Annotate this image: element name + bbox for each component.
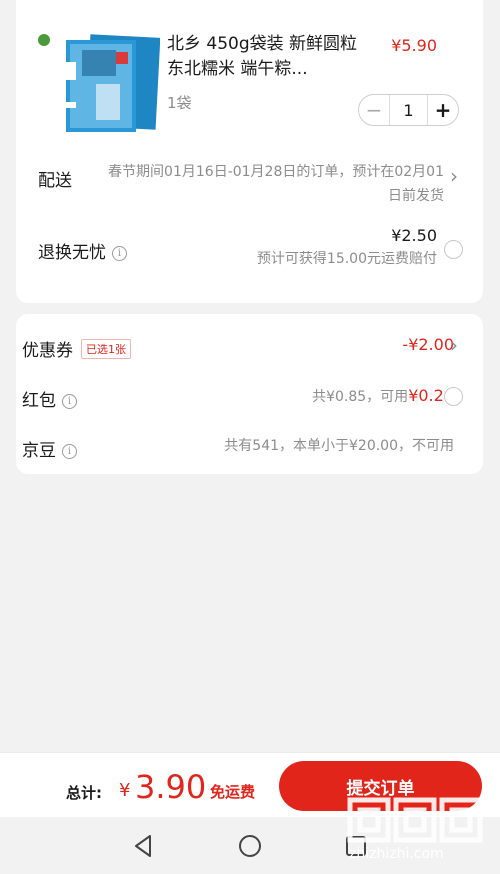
watermark-text: zhizhizhi.com [349, 846, 444, 862]
decrease-button[interactable]: − [359, 95, 390, 125]
info-icon[interactable]: i [62, 394, 77, 409]
product-thumbnail[interactable] [36, 34, 161, 132]
jd-beans-label: 京豆 [22, 441, 56, 461]
red-packet-radio[interactable] [444, 387, 463, 406]
total-label: 总计: [66, 784, 102, 802]
product-card: 北乡 450g袋装 新鲜圆粒 东北糯米 端午粽... ¥5.90 1袋 − 1 … [16, 0, 483, 303]
home-circle-icon[interactable] [237, 833, 263, 859]
coupon-value: -¥2.00 [402, 335, 454, 354]
returns-label: 退换无忧 [38, 243, 106, 263]
total-amount: 3.90 [135, 768, 207, 806]
quantity-stepper: − 1 + [358, 94, 459, 126]
total-currency: ¥ [119, 780, 131, 801]
increase-button[interactable]: + [427, 95, 458, 125]
chevron-right-icon[interactable]: › [450, 164, 458, 188]
red-packet-note: 共¥0.85，可用¥0.24 [312, 386, 454, 406]
red-packet-row: 红包 i [22, 386, 77, 411]
red-packet-total: 共¥0.85，可用 [312, 389, 409, 405]
coupon-badge: 已选1张 [81, 339, 131, 359]
coupon-label: 优惠券 [22, 341, 73, 361]
quantity-value[interactable]: 1 [390, 101, 427, 120]
jd-beans-row: 京豆 i [22, 436, 77, 461]
red-packet-label: 红包 [22, 391, 56, 411]
returns-note: 预计可获得15.00元运费赔付 [256, 251, 437, 267]
back-triangle-icon[interactable] [131, 833, 157, 859]
chevron-right-icon[interactable]: › [450, 333, 458, 357]
product-title[interactable]: 北乡 450g袋装 新鲜圆粒 东北糯米 端午粽... [167, 32, 377, 82]
returns-price: ¥2.50 [391, 226, 437, 245]
returns-label-row: 退换无忧 i [38, 238, 127, 263]
delivery-label: 配送 [38, 171, 72, 191]
coupon-row[interactable]: 优惠券 已选1张 [22, 336, 131, 361]
returns-radio[interactable] [444, 240, 463, 259]
free-shipping-label: 免运费 [210, 783, 256, 801]
product-price: ¥5.90 [391, 36, 437, 55]
delivery-text[interactable]: 春节期间01月16日-01月28日的订单，预计在02月01日前发货 [106, 160, 444, 208]
jd-beans-note: 共有541，本单小于¥20.00，不可用 [224, 438, 454, 454]
info-icon[interactable]: i [62, 444, 77, 459]
info-icon[interactable]: i [112, 246, 127, 261]
product-spec: 1袋 [167, 94, 192, 112]
